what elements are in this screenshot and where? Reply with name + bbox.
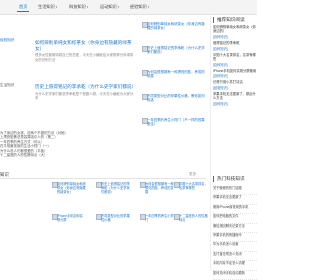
grid-article-link[interactable]: iPhone手机如何实现分屏 <box>52 214 86 246</box>
grid-article-link[interactable]: 中国十大名茶排名，名茶有哪些 <box>174 182 208 214</box>
chevron-down-icon: ▾ <box>117 5 120 9</box>
recommend-item-tag[interactable]: [百科知识] <box>213 101 257 106</box>
hot-list-item[interactable]: 如何关闭手机自动更新 <box>213 271 257 280</box>
recommend-item-title: 值得铭记的李承乾 <box>213 40 240 45</box>
grid-article-title: 中国十大名茶排名，名茶有哪些 <box>179 182 208 191</box>
grid-article-link[interactable]: 历史上值得铭记的李承乾（为什么史学家们都说） <box>96 182 130 214</box>
image-link-title: 历史上值得铭记的李承乾（为什么史学家们都说） <box>147 46 205 55</box>
hot-list-item[interactable]: 华为手机怎么设置 <box>213 242 257 252</box>
nav-item-label: 首页 <box>19 4 28 9</box>
image-link[interactable]: 为何会很想拥有一种漂亮的脸，养成的发展 <box>142 70 206 92</box>
text-link[interactable]: 十二星座的人的性格特点（大） <box>0 153 140 157</box>
grid-article-title: 一年四季的养生小窍门 <box>145 214 174 223</box>
feature-title-link[interactable]: 如何辨别单纯女和综茶女（你身边有隐藏的绿茶女） <box>35 40 135 51</box>
nav-item-home[interactable]: 首页 <box>17 3 30 12</box>
recommend-item-tag[interactable]: [百科知识] <box>213 34 257 39</box>
grid-article-link[interactable]: 十二星座的人的性格特点 <box>174 214 208 246</box>
grid-article-link[interactable]: 如何辨别单纯女和综茶女（你身边有隐藏的绿茶女） <box>52 182 86 214</box>
recommend-item-tag[interactable]: [百科知识] <box>213 73 257 78</box>
hot-list-item[interactable]: 支付宝花呗怎么关闭 <box>213 252 257 262</box>
hot-list-item[interactable]: 关于微博的热门话题 <box>213 186 257 196</box>
image-link[interactable]: 如何辨别单纯女和综茶女（你身边有隐藏的绿茶女） <box>142 22 206 44</box>
hot-list-item[interactable]: 使用iPhone最常用的手机 <box>213 205 257 215</box>
nav-item-experience[interactable]: 经验知识▾ <box>128 3 151 11</box>
image-link-list: 如何辨别单纯女和综茶女（你身边有隐藏的绿茶女） 历史上值得铭记的李承乾（为什么史… <box>142 22 206 142</box>
hot-list-item[interactable]: 如何把电脑的文件 <box>213 214 257 224</box>
recommend-item-title: 记得只用小苏打清洁 <box>213 80 243 85</box>
left-category-links: 经验知识 生活知识 <box>0 38 30 88</box>
recommend-item-title: iPhone手机如何实现分屏使用 <box>213 68 257 73</box>
grid-article-title: 历史上值得铭记的李承乾（为什么史学家们都说） <box>101 182 130 195</box>
recommend-item-tag[interactable]: [经验知识] <box>213 85 257 90</box>
grid-article-link[interactable]: 为何会很想拥有一种漂亮的脸，养成的发展 <box>140 182 174 214</box>
recommend-list: 如何辨别单纯女和综茶女（你身边的） [百科知识] 值得铭记的李承乾 [百科知识] 中… <box>213 25 257 108</box>
feature-title-link[interactable]: 历史上值得铭记的李承乾（为什么史学家们都说） <box>35 84 136 90</box>
list-item[interactable]: 如何辨别单纯女和综茶女（你身边的） [百科知识] <box>213 25 257 39</box>
image-link-title: 一年四季的养生小窍门（不一样的效果更佳） <box>147 118 205 127</box>
hot-list-item[interactable]: 手机内存不足怎么清理 <box>213 261 257 271</box>
image-link-title: 如何辨别单纯女和综茶女（你身边有隐藏的绿茶女） <box>147 22 205 31</box>
nav-item-label: 生活知识 <box>38 4 55 9</box>
feature-article: 如何辨别单纯女和综茶女（你身边有隐藏的绿茶女） 很多女性都期待着自己的恋爱，今天… <box>35 40 135 62</box>
grid-article-title: 如何辨别单纯女和综茶女（你身边有隐藏的绿茶女） <box>57 182 86 195</box>
grid-article-title: 为何会很想拥有一种漂亮的脸，养成的发展 <box>145 182 174 195</box>
chevron-down-icon: ▾ <box>55 5 58 9</box>
chevron-down-icon: ▾ <box>147 5 150 9</box>
nav-item-label: 经验知识 <box>130 4 147 9</box>
chevron-down-icon: ▾ <box>86 5 89 9</box>
section-divider <box>0 178 206 179</box>
category-link-life[interactable]: 生活知识 <box>0 83 30 88</box>
hot-list: 关于微博的热门话题 苹果手机无法更新了 使用iPhone最常用的手机 如何把电脑… <box>213 186 257 280</box>
feature-article: 历史上值得铭记的李承乾（为什么史学家们都说） 为什么史学家们都说李承乾是个悲剧人… <box>35 84 136 100</box>
category-link-experience[interactable]: 经验知识 <box>0 38 30 43</box>
recommend-item-title: 苹果手机无法更新了，那此什么方法 <box>213 91 256 101</box>
hot-list-item[interactable]: 苹果手机的快捷指令 <box>213 233 257 243</box>
list-item[interactable]: 记得只用小苏打清洁 [经验知识] <box>213 80 257 90</box>
grid-article-title: 十二星座的人的性格特点 <box>179 214 208 223</box>
text-link-list: 为了身边的女孩，这两个不错的方法（对她） 上漂亮脸蛋总是容易吸引人的（第二） 一… <box>0 131 140 157</box>
image-link[interactable]: 一年四季的养生小窍门（不一样的效果更佳） <box>142 118 206 140</box>
list-item[interactable]: iPhone手机如何实现分屏使用 [百科知识] <box>213 69 257 79</box>
nav-item-sports[interactable]: 运动知识▾ <box>98 3 121 11</box>
grid-article-link[interactable]: 不同类型对比的苹果性价格 <box>96 214 130 246</box>
nav-item-tech[interactable]: 科技知识▾ <box>67 3 90 11</box>
grid-article-title: 不同类型对比的苹果性价格 <box>101 214 130 223</box>
feature-summary: 很多女性都期待着自己的恋爱，今天在小编就给大家推荐分享绿茶女的识别方法 <box>35 53 134 62</box>
feature-summary: 为什么史学家们都说李承乾是个悲剧人物，今天在小编就为大家分享 <box>35 91 134 100</box>
grid-article-title: iPhone手机如何实现分屏 <box>57 214 83 223</box>
list-item[interactable]: 苹果手机无法更新了，那此什么方法 [百科知识] <box>213 92 257 106</box>
nav-item-label: 运动知识 <box>100 4 117 9</box>
recommend-item-title: 如何辨别单纯女和综茶女（你身边的） <box>213 25 256 34</box>
top-nav: 首页 生活知识▾ 科技知识▾ 运动知识▾ 经验知识▾ <box>0 0 257 15</box>
image-link-title: 不同类型对比的苹果性价格，教你如何挑选 <box>147 94 205 103</box>
hot-list-item[interactable]: 微信找回聊天记录方法 <box>213 224 257 233</box>
hot-list-item[interactable]: 苹果手机无法更新了 <box>213 195 257 205</box>
hot-panel-title: 热门科技知识 <box>213 176 245 182</box>
recommend-item-title: 中国十大名茶排名，名茶有哪些 <box>213 52 256 61</box>
column-divider <box>210 15 211 271</box>
image-link-title: 为何会很想拥有一种漂亮的脸，养成的发展 <box>147 70 205 79</box>
nav-item-life[interactable]: 生活知识▾ <box>36 3 59 11</box>
list-item[interactable]: 中国十大名茶排名，名茶有哪些 [百科知识] <box>213 53 257 67</box>
recommend-item-tag[interactable]: [百科知识] <box>213 46 257 51</box>
recommend-panel-title: 推荐知识阅读 <box>213 17 245 23</box>
image-link[interactable]: 历史上值得铭记的李承乾（为什么史学家们都说） <box>142 46 206 68</box>
grid-article-link[interactable]: 一年四季的养生小窍门 <box>140 214 174 246</box>
list-item[interactable]: 值得铭记的李承乾 [百科知识] <box>213 41 257 51</box>
nav-item-label: 科技知识 <box>69 4 86 9</box>
recommend-item-tag[interactable]: [百科知识] <box>213 62 257 67</box>
more-link[interactable]: 更多 <box>189 172 196 177</box>
image-link[interactable]: 不同类型对比的苹果性价格，教你如何挑选 <box>142 94 206 116</box>
